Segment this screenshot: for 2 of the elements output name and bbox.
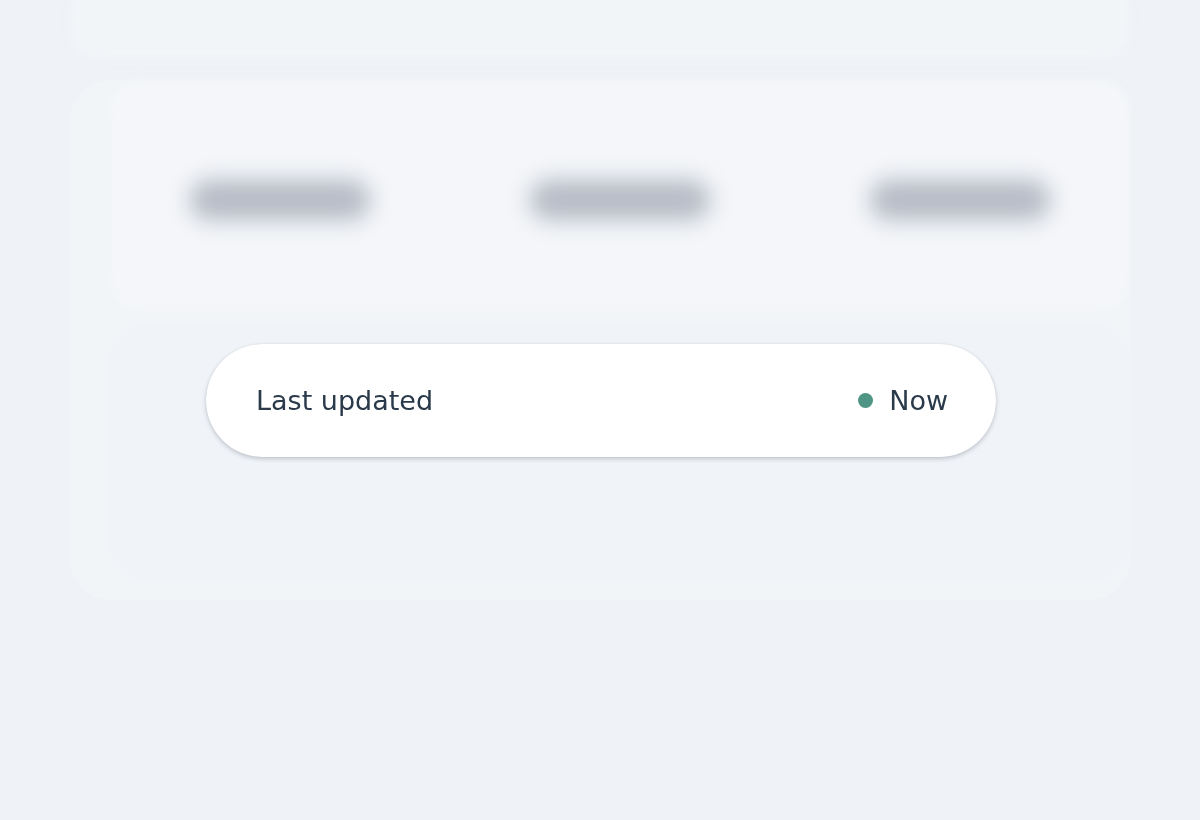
status-label: Last updated (256, 385, 434, 416)
status-value: Now (889, 385, 948, 416)
